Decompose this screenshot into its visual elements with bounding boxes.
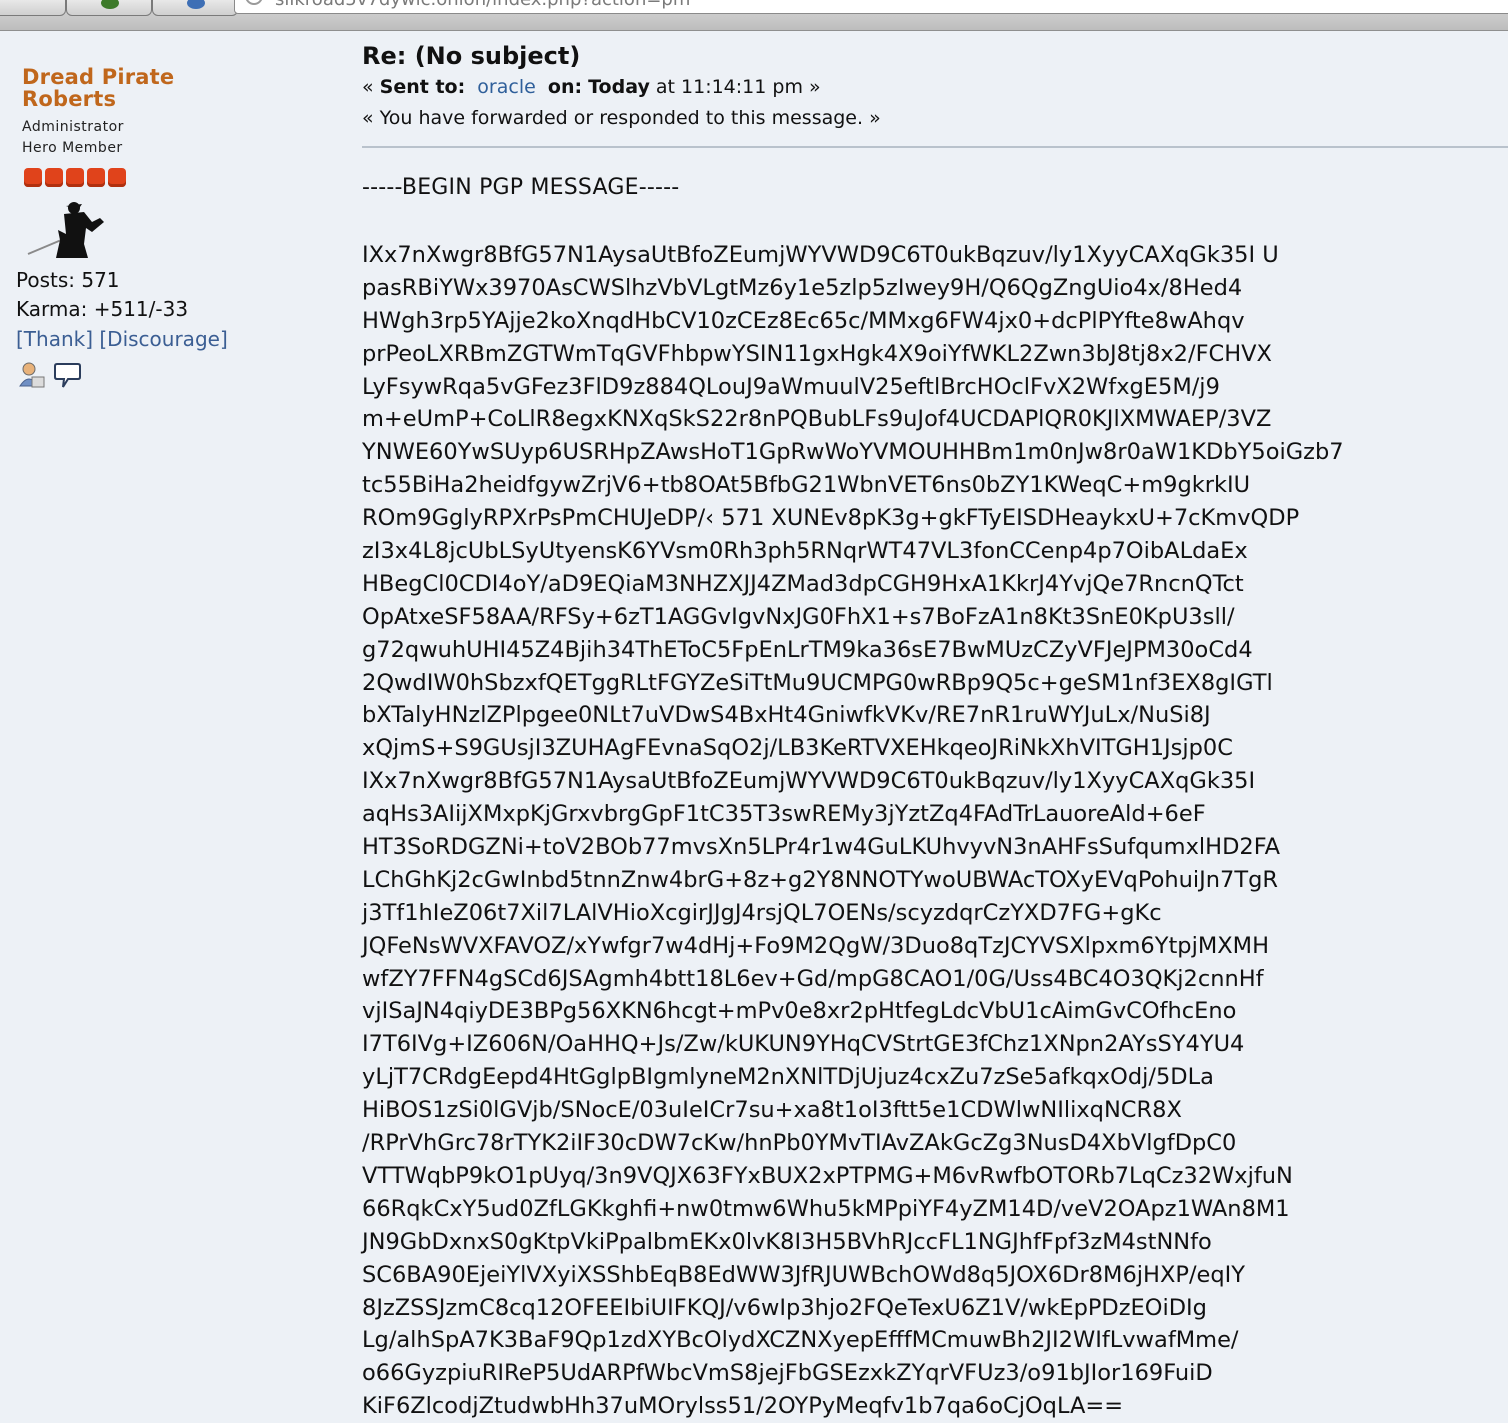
noscript-button[interactable] <box>152 0 238 16</box>
pgp-line: 2QwdIW0hSbzxfQETggRLtFGYZeSiTtMu9UCMPG0w… <box>362 669 1273 696</box>
pgp-line: YNWE60YwSUyp6USRHpZAwsHoT1GpRwWoYVMOUHHB… <box>362 439 1344 466</box>
pgp-line: LChGhKj2cGwInbd5tnnZnw4brG+8z+g2Y8NNOTYw… <box>362 866 1279 893</box>
pgp-line: HT3SoRDGZNi+toV2BOb77mvsXn5LPr4r1w4GuLKU… <box>362 834 1280 861</box>
pgp-line: aqHs3AIijXMxpKjGrxvbrgGpF1tC35T3swREMy3j… <box>362 801 1206 828</box>
shield-icon <box>187 0 205 9</box>
sent-to-label: Sent to: <box>379 76 466 98</box>
poster-name-link[interactable]: Dread Pirate Roberts <box>22 66 222 110</box>
pgp-line: HBegCl0CDI4oY/aD9EQiaM3NHZXJJ4ZMad3dpCGH… <box>362 570 1244 597</box>
site-identity-icon <box>245 0 263 5</box>
pgp-line: bXTalyHNzlZPlpgee0NLt7uVDwS4BxHt4GniwfkV… <box>362 702 1211 729</box>
pgp-line: IXx7nXwgr8BfG57N1AysaUtBfoZEumjWYVWD9C6T… <box>362 768 1256 795</box>
pgp-line: zI3x4L8jcUbLSyUtyensK6YVsm0Rh3ph5RNqrWT4… <box>362 538 1248 565</box>
poster-group: Administrator <box>22 119 124 135</box>
pgp-line: pasRBiYWx3970AsCWSlhzVbVLgtMz6y1e5zlp5zI… <box>362 274 1243 301</box>
tor-button[interactable] <box>66 0 152 16</box>
pgp-line: LyFsywRqa5vGFez3FlD9z884QLouJ9aWmuulV25e… <box>362 373 1220 400</box>
pgp-line: xQjmS+S9GUsjI3ZUHAgFEvnaSqO2j/LB3KeRTVXE… <box>362 735 1233 762</box>
address-bar[interactable]: silkroad5v7dywlc.onion/index.php?action=… <box>234 0 1508 14</box>
pgp-message-body: IXx7nXwgr8BfG57N1AysaUtBfoZEumjWYVWD9C6T… <box>362 239 1508 1423</box>
forwarded-notice: « You have forwarded or responded to thi… <box>362 107 881 129</box>
recipient-link[interactable]: oracle <box>477 76 536 98</box>
pgp-line: /RPrVhGrc78rTYK2iIF30cDW7cKw/hnPb0YMvTIA… <box>362 1130 1237 1157</box>
pgp-line: JN9GbDxnxS0gKtpVkiPpalbmEKx0lvK8I3H5BVhR… <box>362 1228 1212 1255</box>
personal-message-icon[interactable] <box>54 360 82 390</box>
url-text: silkroad5v7dywlc.onion/index.php?action=… <box>275 0 690 10</box>
pgp-line: vjISaJN4qiyDE3BPg56XKN6hcgt+mPv0e8xr2pHt… <box>362 998 1237 1025</box>
pgp-line: HiBOS1zSi0lGVjb/SNocE/03uIeICr7su+xa8t1o… <box>362 1097 1182 1124</box>
pgp-line: HWgh3rp5YAjje2koXnqdHbCV10zCEz8Ec65c/MMx… <box>362 307 1245 334</box>
pgp-line: 8JzZSSJzmC8cq12OFEEIbiUIFKQJ/v6wIp3hjo2F… <box>362 1294 1207 1321</box>
pgp-line: Lg/alhSpA7K3BaF9Qp1zdXYBcOlydXCZNXyepEff… <box>362 1327 1239 1354</box>
pgp-line: m+eUmP+CoLlR8egxKNXqSkS22r8nPQBubLFs9uJo… <box>362 406 1272 433</box>
pgp-line: o66GyzpiuRIReP5UdARPfWbcVmS8jejFbGSEzxkZ… <box>362 1360 1213 1387</box>
pgp-line: g72qwuhUHI45Z4Bjih34ThEToC5FpEnLrTM9ka36… <box>362 636 1253 663</box>
pgp-line: OpAtxeSF58AA/RFSy+6zT1AGGvIgvNxJG0FhX1+s… <box>362 603 1235 630</box>
poster-karma: Karma: +511/-33 <box>16 297 189 321</box>
poster-rank: Hero Member <box>22 140 123 156</box>
on-label: on: <box>547 76 583 98</box>
pgp-line: IXx7nXwgr8BfG57N1AysaUtBfoZEumjWYVWD9C6T… <box>362 242 1279 268</box>
rank-star-icon <box>66 168 84 187</box>
onion-icon <box>101 0 119 9</box>
divider <box>362 146 1508 148</box>
profile-icons <box>18 360 82 390</box>
pgp-line: prPeoLXRBmZGTWmTqGVFhbpwYSIN11gxHgk4X9oi… <box>362 340 1272 367</box>
back-button[interactable] <box>0 0 66 16</box>
rank-star-icon <box>24 168 42 187</box>
profile-icon[interactable] <box>18 360 46 390</box>
pgp-line: yLjT7CRdgEepd4HtGglpBIgmlyneM2nXNlTDjUju… <box>362 1064 1214 1091</box>
pgp-begin-header: -----BEGIN PGP MESSAGE----- <box>362 175 680 200</box>
pgp-line: j3Tf1hIeZ06t7Xil7LAlVHioXcgirJJgJ4rsjQL7… <box>362 899 1162 926</box>
rank-star-icon <box>45 168 63 187</box>
poster-post-count: Posts: 571 <box>16 268 120 292</box>
rank-stars <box>24 168 126 188</box>
thank-link[interactable]: [Thank] <box>16 327 93 351</box>
message-date: Today <box>588 76 650 98</box>
discourage-link[interactable]: [Discourage] <box>99 327 227 351</box>
pgp-line: I7T6IVg+IZ606N/OaHHQ+Js/Zw/kUKUN9YHqCVSt… <box>362 1031 1245 1058</box>
rank-star-icon <box>87 168 105 187</box>
browser-toolbar: silkroad5v7dywlc.onion/index.php?action=… <box>0 0 1508 31</box>
pgp-line: wfZY7FFN4gSCd6JSAgmh4btt18L6ev+Gd/mpG8CA… <box>362 965 1264 992</box>
avatar <box>27 202 104 258</box>
pgp-line: JQFeNsWVXFAVOZ/xYwfgr7w4dHj+Fo9M2QgW/3Du… <box>362 932 1269 959</box>
message-subject[interactable]: Re: (No subject) <box>362 42 580 70</box>
pgp-line: SC6BA90EjeiYlVXyiXSShbEqB8EdWW3JfRJUWBch… <box>362 1261 1246 1288</box>
pgp-line: KiF6ZlcodjZtudwbHh37uMOrylss51/2OYPyMeqf… <box>362 1393 1124 1420</box>
rank-star-icon <box>108 168 126 187</box>
pgp-line: ROm9GglyRPXrPsPmCHUJeDP/‹ 571 XUNEv8pK3g… <box>362 505 1300 532</box>
pgp-line: VTTWqbP9kO1pUyq/3n9VQJX63FYxBUX2xPTPMG+M… <box>362 1162 1293 1189</box>
karma-actions: [Thank] [Discourage] <box>16 327 228 351</box>
poster-sidebar: Dread Pirate Roberts Administrator Hero … <box>0 30 330 1423</box>
sent-prefix: « <box>362 76 380 98</box>
pgp-line: tc55BiHa2heidfgywZrjV6+tb8OAt5BfbG21WbnV… <box>362 472 1251 499</box>
message-time: at 11:14:11 pm » <box>649 76 821 98</box>
pgp-line: 66RqkCxY5ud0ZfLGKkghfi+nw0tmw6Whu5kMPpiY… <box>362 1195 1290 1222</box>
message-meta: « Sent to: oracle on: Today at 11:14:11 … <box>362 76 821 98</box>
